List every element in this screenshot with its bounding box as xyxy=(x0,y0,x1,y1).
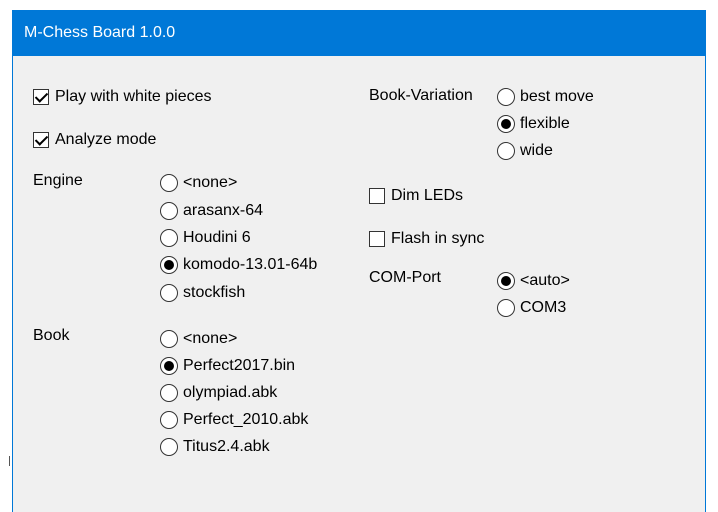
engine-option-houdini[interactable]: Houdini 6 xyxy=(160,226,251,250)
radio-button[interactable] xyxy=(160,438,178,456)
book-option-perfect2010[interactable]: Perfect_2010.abk xyxy=(160,408,308,432)
dim-leds-label: Dim LEDs xyxy=(391,187,464,204)
radio-button[interactable] xyxy=(160,229,178,247)
engine-option-komodo[interactable]: komodo-13.01-64b xyxy=(160,253,317,277)
radio-button[interactable] xyxy=(160,202,178,220)
com-port-label: COM-Port xyxy=(369,269,441,286)
radio-button[interactable] xyxy=(160,174,178,192)
analyze-mode-label: Analyze mode xyxy=(55,131,157,148)
radio-button[interactable] xyxy=(160,411,178,429)
dim-leds-check-box[interactable] xyxy=(369,188,385,204)
play-white-label: Play with white pieces xyxy=(55,88,212,105)
book-option-label: Titus2.4.abk xyxy=(183,438,270,455)
radio-button-selected[interactable] xyxy=(160,256,178,274)
book-option-label: Perfect_2010.abk xyxy=(183,411,309,428)
radio-button-selected[interactable] xyxy=(160,357,178,375)
variation-option-best-move[interactable]: best move xyxy=(497,85,594,109)
variation-option-label: wide xyxy=(520,142,553,159)
engine-option-label: arasanx-64 xyxy=(183,202,264,219)
dim-leds-checkbox[interactable]: Dim LEDs xyxy=(369,184,463,208)
radio-button[interactable] xyxy=(497,88,515,106)
engine-option-none[interactable]: <none> xyxy=(160,171,237,195)
dialog-window: M-Chess Board 1.0.0 Play with white piec… xyxy=(12,10,706,512)
book-option-olympiad[interactable]: olympiad.abk xyxy=(160,381,277,405)
engine-option-label: komodo-13.01-64b xyxy=(183,256,318,273)
play-white-check-box[interactable] xyxy=(33,89,49,105)
window-title: M-Chess Board 1.0.0 xyxy=(24,24,176,41)
radio-button[interactable] xyxy=(497,142,515,160)
edge-mark xyxy=(9,456,10,466)
variation-option-label: best move xyxy=(520,88,594,105)
book-option-titus[interactable]: Titus2.4.abk xyxy=(160,435,270,459)
flash-sync-checkbox[interactable]: Flash in sync xyxy=(369,227,484,251)
engine-option-label: <none> xyxy=(183,174,238,191)
radio-button-selected[interactable] xyxy=(497,115,515,133)
com-option-com3[interactable]: COM3 xyxy=(497,296,566,320)
variation-option-label: flexible xyxy=(520,115,570,132)
engine-option-label: Houdini 6 xyxy=(183,229,251,246)
com-option-label: <auto> xyxy=(520,272,570,289)
analyze-mode-check-box[interactable] xyxy=(33,132,49,148)
title-bar: M-Chess Board 1.0.0 xyxy=(13,10,705,56)
radio-button[interactable] xyxy=(497,299,515,317)
radio-button[interactable] xyxy=(160,330,178,348)
book-option-label: <none> xyxy=(183,330,238,347)
com-option-auto[interactable]: <auto> xyxy=(497,269,570,293)
radio-button-selected[interactable] xyxy=(497,272,515,290)
flash-sync-check-box[interactable] xyxy=(369,231,385,247)
engine-label: Engine xyxy=(33,172,83,189)
variation-option-flexible[interactable]: flexible xyxy=(497,112,570,136)
engine-option-stockfish[interactable]: stockfish xyxy=(160,281,245,305)
book-option-label: olympiad.abk xyxy=(183,384,278,401)
radio-button[interactable] xyxy=(160,384,178,402)
analyze-mode-checkbox[interactable]: Analyze mode xyxy=(33,128,156,152)
book-option-perfect2017[interactable]: Perfect2017.bin xyxy=(160,354,295,378)
engine-option-arasanx[interactable]: arasanx-64 xyxy=(160,199,263,223)
book-variation-label: Book-Variation xyxy=(369,87,473,104)
book-option-label: Perfect2017.bin xyxy=(183,357,296,374)
radio-button[interactable] xyxy=(160,284,178,302)
play-white-checkbox[interactable]: Play with white pieces xyxy=(33,85,212,109)
engine-option-label: stockfish xyxy=(183,284,246,301)
flash-sync-label: Flash in sync xyxy=(391,230,485,247)
variation-option-wide[interactable]: wide xyxy=(497,139,553,163)
book-option-none[interactable]: <none> xyxy=(160,327,237,351)
com-option-label: COM3 xyxy=(520,299,567,316)
book-label: Book xyxy=(33,327,70,344)
